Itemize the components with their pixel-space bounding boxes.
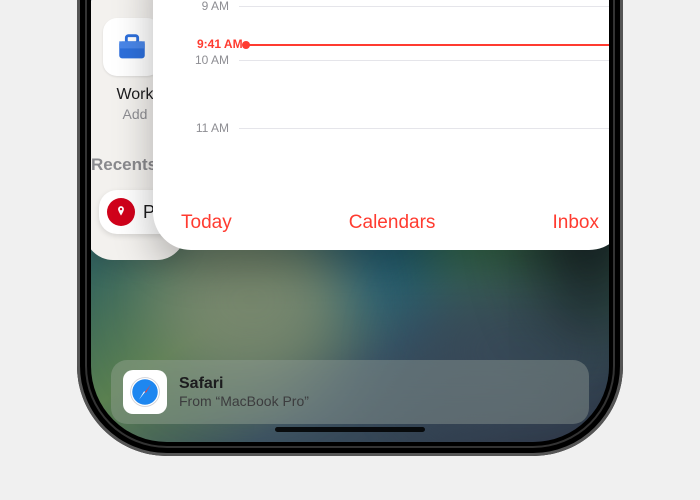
pin-icon <box>107 198 135 226</box>
hour-label-11: 11 AM <box>196 121 229 135</box>
hour-divider <box>239 6 609 7</box>
inbox-button[interactable]: Inbox <box>553 212 599 234</box>
calendar-card[interactable]: 9 AM 9:41 AM 10 AM 11 AM Today Calendars… <box>153 0 609 250</box>
safari-icon <box>123 370 167 414</box>
current-time-label: 9:41 AM <box>197 37 243 51</box>
device-frame: Work Add Recents P 9 AM 9:41 AM <box>77 0 623 456</box>
handoff-source: From “MacBook Pro” <box>179 393 309 409</box>
calendars-button[interactable]: Calendars <box>349 212 436 234</box>
device-bezel: Work Add Recents P 9 AM 9:41 AM <box>85 0 615 448</box>
current-time-line <box>245 44 609 46</box>
calendar-toolbar: Today Calendars Inbox <box>153 212 609 234</box>
hour-divider <box>239 128 609 129</box>
handoff-banner[interactable]: Safari From “MacBook Pro” <box>111 360 589 424</box>
today-button[interactable]: Today <box>181 212 232 234</box>
hour-label-10: 10 AM <box>195 53 229 67</box>
screen: Work Add Recents P 9 AM 9:41 AM <box>91 0 609 442</box>
hour-label-9: 9 AM <box>202 0 229 13</box>
handoff-app-name: Safari <box>179 375 309 393</box>
home-indicator[interactable] <box>275 427 425 432</box>
recents-header: Recents <box>91 155 157 175</box>
hour-divider <box>239 60 609 61</box>
